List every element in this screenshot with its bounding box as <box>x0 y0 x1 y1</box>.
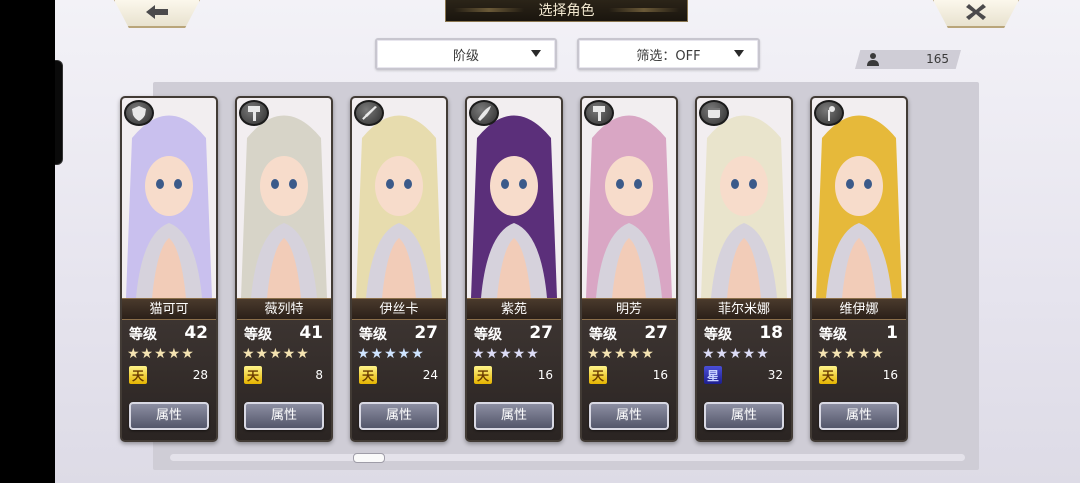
star-rating: ★★★★★ <box>357 346 425 362</box>
grade-badge: 天 <box>244 366 262 384</box>
character-info: 等级 27 ★★★★★ 天 16 属性 <box>467 320 561 440</box>
star-rating: ★★★★★ <box>587 346 655 362</box>
horizontal-scrollbar[interactable] <box>170 454 965 461</box>
staff-class-icon <box>814 100 844 126</box>
character-name: 明芳 <box>582 298 676 320</box>
level-value: 41 <box>299 323 323 343</box>
level-value: 18 <box>759 323 783 343</box>
level-label: 等级 <box>474 327 502 343</box>
blade-class-icon <box>469 100 499 126</box>
chevron-down-icon <box>531 50 541 57</box>
character-portrait <box>812 98 906 298</box>
page-title: 选择角色 <box>445 0 688 22</box>
grade-badge: 星 <box>704 366 722 384</box>
roster-count-value: 165 <box>926 52 949 66</box>
filter-dropdown[interactable]: 筛选：OFF <box>577 38 760 70</box>
character-info: 等级 1 ★★★★★ 天 16 属性 <box>812 320 906 440</box>
character-info: 等级 27 ★★★★★ 天 16 属性 <box>582 320 676 440</box>
character-name: 紫苑 <box>467 298 561 320</box>
character-portrait <box>122 98 216 298</box>
character-card[interactable]: 伊丝卡 等级 27 ★★★★★ 天 24 属性 <box>350 96 448 442</box>
character-card[interactable]: 猫可可 等级 42 ★★★★★ 天 28 属性 <box>120 96 218 442</box>
chevron-down-icon <box>734 50 744 57</box>
shield-class-icon <box>124 100 154 126</box>
character-info: 等级 42 ★★★★★ 天 28 属性 <box>122 320 216 440</box>
attributes-button[interactable]: 属性 <box>244 402 324 430</box>
sword-class-icon <box>354 100 384 126</box>
character-card[interactable]: 薇列特 等级 41 ★★★★★ 天 8 属性 <box>235 96 333 442</box>
level-label: 等级 <box>244 327 272 343</box>
character-name: 猫可可 <box>122 298 216 320</box>
person-icon <box>867 53 879 66</box>
close-x-icon <box>966 4 986 20</box>
close-button[interactable] <box>932 0 1020 28</box>
star-rating: ★★★★★ <box>702 346 770 362</box>
character-card[interactable]: 菲尔米娜 等级 18 ★★★★★ 星 32 属性 <box>695 96 793 442</box>
character-info: 等级 41 ★★★★★ 天 8 属性 <box>237 320 331 440</box>
roster-count: 165 <box>855 50 961 69</box>
star-rating: ★★★★★ <box>472 346 540 362</box>
character-count: 16 <box>652 368 668 382</box>
sort-dropdown[interactable]: 阶级 <box>375 38 557 70</box>
screen-notch <box>55 60 63 165</box>
star-rating: ★★★★★ <box>817 346 885 362</box>
character-info: 等级 18 ★★★★★ 星 32 属性 <box>697 320 791 440</box>
back-button[interactable] <box>113 0 201 28</box>
fist-class-icon <box>699 100 729 126</box>
character-count: 8 <box>315 368 323 382</box>
character-info: 等级 27 ★★★★★ 天 24 属性 <box>352 320 446 440</box>
level-label: 等级 <box>359 327 387 343</box>
hammer-class-icon <box>239 100 269 126</box>
game-screen: 选择角色 阶级 筛选：OFF 165 猫可可 等级 42 ★★★★★ 天 28 … <box>55 0 1080 483</box>
character-card[interactable]: 紫苑 等级 27 ★★★★★ 天 16 属性 <box>465 96 563 442</box>
level-value: 27 <box>414 323 438 343</box>
character-card[interactable]: 明芳 等级 27 ★★★★★ 天 16 属性 <box>580 96 678 442</box>
back-arrow-icon <box>146 5 168 19</box>
character-name: 薇列特 <box>237 298 331 320</box>
character-portrait <box>697 98 791 298</box>
grade-badge: 天 <box>359 366 377 384</box>
character-name: 菲尔米娜 <box>697 298 791 320</box>
character-count: 16 <box>537 368 553 382</box>
character-portrait <box>467 98 561 298</box>
scrollbar-thumb[interactable] <box>353 453 385 463</box>
filter-dropdown-label: 筛选：OFF <box>636 48 701 64</box>
attributes-button[interactable]: 属性 <box>819 402 899 430</box>
attributes-button[interactable]: 属性 <box>589 402 669 430</box>
level-label: 等级 <box>129 327 157 343</box>
attributes-button[interactable]: 属性 <box>359 402 439 430</box>
attributes-button[interactable]: 属性 <box>129 402 209 430</box>
character-count: 32 <box>767 368 783 382</box>
level-value: 42 <box>184 323 208 343</box>
attributes-button[interactable]: 属性 <box>704 402 784 430</box>
character-name: 维伊娜 <box>812 298 906 320</box>
star-rating: ★★★★★ <box>242 346 310 362</box>
character-portrait <box>352 98 446 298</box>
hammer-class-icon <box>584 100 614 126</box>
level-value: 27 <box>644 323 668 343</box>
level-value: 1 <box>886 323 898 343</box>
character-portrait <box>237 98 331 298</box>
level-label: 等级 <box>704 327 732 343</box>
character-count: 16 <box>882 368 898 382</box>
level-label: 等级 <box>819 327 847 343</box>
grade-badge: 天 <box>129 366 147 384</box>
attributes-button[interactable]: 属性 <box>474 402 554 430</box>
grade-badge: 天 <box>589 366 607 384</box>
character-card[interactable]: 维伊娜 等级 1 ★★★★★ 天 16 属性 <box>810 96 908 442</box>
character-count: 28 <box>192 368 208 382</box>
character-count: 24 <box>422 368 438 382</box>
level-value: 27 <box>529 323 553 343</box>
grade-badge: 天 <box>819 366 837 384</box>
sort-dropdown-label: 阶级 <box>452 48 479 64</box>
character-portrait <box>582 98 676 298</box>
grade-badge: 天 <box>474 366 492 384</box>
character-name: 伊丝卡 <box>352 298 446 320</box>
star-rating: ★★★★★ <box>127 346 195 362</box>
level-label: 等级 <box>589 327 617 343</box>
